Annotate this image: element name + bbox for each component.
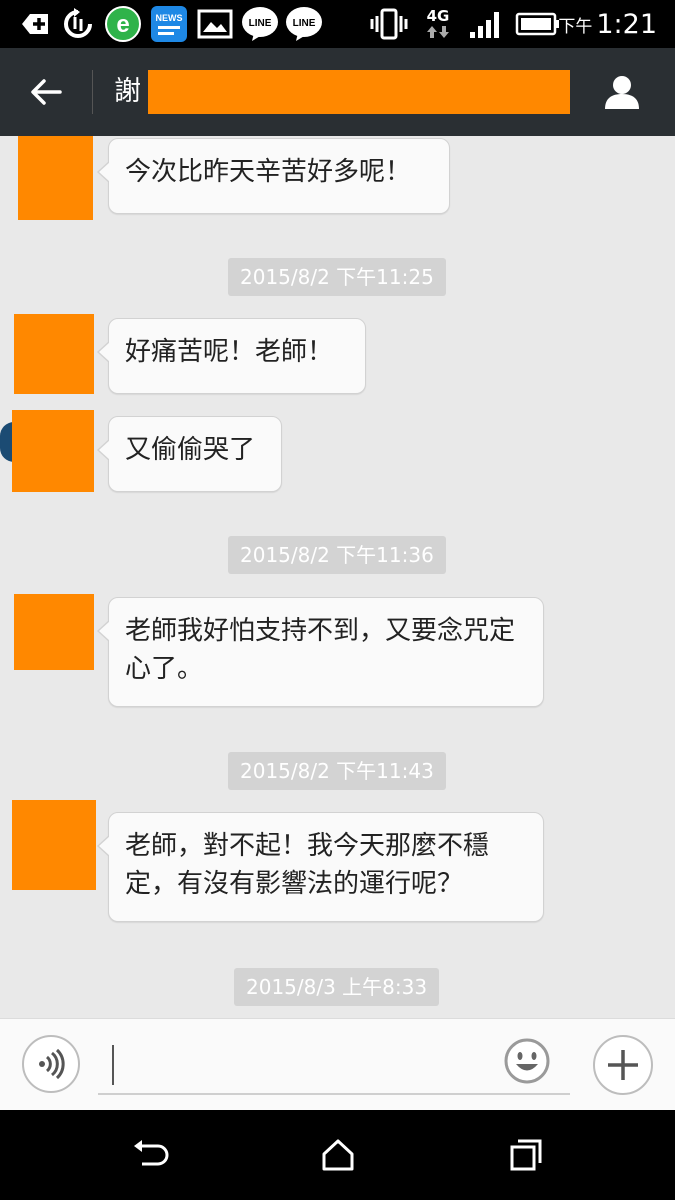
smiley-icon <box>504 1038 550 1084</box>
voice-wave-icon <box>39 1048 65 1080</box>
message-text: 老師，對不起！我今天那麼不穩定，有沒有影響法的運行呢？ <box>125 831 490 899</box>
message-bubble[interactable]: 老師，對不起！我今天那麼不穩定，有沒有影響法的運行呢？ <box>97 812 544 922</box>
header-divider <box>92 70 93 114</box>
timestamp: 2015/8/2 下午11:43 <box>228 752 446 790</box>
browser-icon: e <box>104 6 142 42</box>
status-bar: e NEWS LINE LINE 4G 下午 1:21 <box>0 0 675 48</box>
timestamp: 2015/8/2 下午11:36 <box>228 536 446 574</box>
news-app-icon: NEWS <box>150 6 188 42</box>
message-text: 今次比昨天辛苦好多呢！ <box>125 157 412 187</box>
message-bubble[interactable]: 老師我好怕支持不到，又要念咒定心了。 <box>97 597 544 707</box>
arrow-left-icon <box>31 79 62 105</box>
news-label: NEWS <box>156 13 183 23</box>
network-label: 4G <box>426 7 450 25</box>
timestamp: 2015/8/3 上午8:33 <box>234 968 440 1006</box>
nav-back-button[interactable] <box>122 1130 178 1180</box>
composer-bar <box>0 1018 675 1110</box>
message-text: 好痛苦呢！老師！ <box>125 337 334 367</box>
nav-recents-button[interactable] <box>498 1130 554 1180</box>
plus-icon <box>608 1050 638 1080</box>
avatar[interactable] <box>14 314 94 394</box>
vibrate-icon <box>370 6 408 42</box>
back-button[interactable] <box>20 66 72 118</box>
avatar[interactable] <box>12 410 94 492</box>
signal-icon <box>466 6 506 42</box>
avatar[interactable] <box>18 136 93 220</box>
home-icon <box>322 1139 354 1171</box>
attach-plus-button[interactable] <box>593 1035 653 1095</box>
line-app-icon: LINE <box>284 6 324 42</box>
nav-home-button[interactable] <box>310 1130 366 1180</box>
person-icon <box>605 76 639 109</box>
message-text: 又偷偷哭了 <box>125 435 256 465</box>
picture-icon <box>196 6 234 42</box>
line-label: LINE <box>293 18 316 29</box>
emoji-button[interactable] <box>503 1037 551 1085</box>
message-bubble[interactable]: 又偷偷哭了 <box>97 416 282 492</box>
battery-icon <box>514 6 562 42</box>
avatar[interactable] <box>14 594 94 670</box>
recent-apps-icon <box>510 1139 542 1171</box>
sync-icon <box>60 6 96 42</box>
back-icon <box>134 1140 169 1166</box>
line-label: LINE <box>249 18 272 29</box>
timestamp: 2015/8/2 下午11:25 <box>228 258 446 296</box>
message-input[interactable] <box>98 1039 570 1095</box>
avatar[interactable] <box>12 800 96 890</box>
clock-ampm: 下午 <box>558 16 593 37</box>
message-bubble[interactable]: 今次比昨天辛苦好多呢！ <box>97 138 450 214</box>
message-text: 老師我好怕支持不到，又要念咒定心了。 <box>125 616 516 684</box>
network-4g-icon: 4G <box>420 6 456 42</box>
system-nav-bar <box>0 1110 675 1200</box>
svg-text:e: e <box>116 11 129 38</box>
message-bubble[interactable]: 好痛苦呢！老師！ <box>97 318 366 394</box>
voice-button[interactable] <box>22 1035 80 1093</box>
text-cursor <box>112 1045 114 1085</box>
clock-time: 1:21 <box>596 8 657 40</box>
add-icon <box>16 6 52 42</box>
contact-name: 謝 <box>114 76 141 107</box>
profile-button[interactable] <box>596 66 648 118</box>
redacted-name-block <box>148 70 570 114</box>
line-app-icon: LINE <box>240 6 280 42</box>
clock: 下午 1:21 <box>558 6 657 42</box>
message-list[interactable]: 今次比昨天辛苦好多呢！ 2015/8/2 下午11:25 好痛苦呢！老師！ 又偷… <box>0 136 675 1018</box>
chat-header: 謝 <box>0 48 675 136</box>
